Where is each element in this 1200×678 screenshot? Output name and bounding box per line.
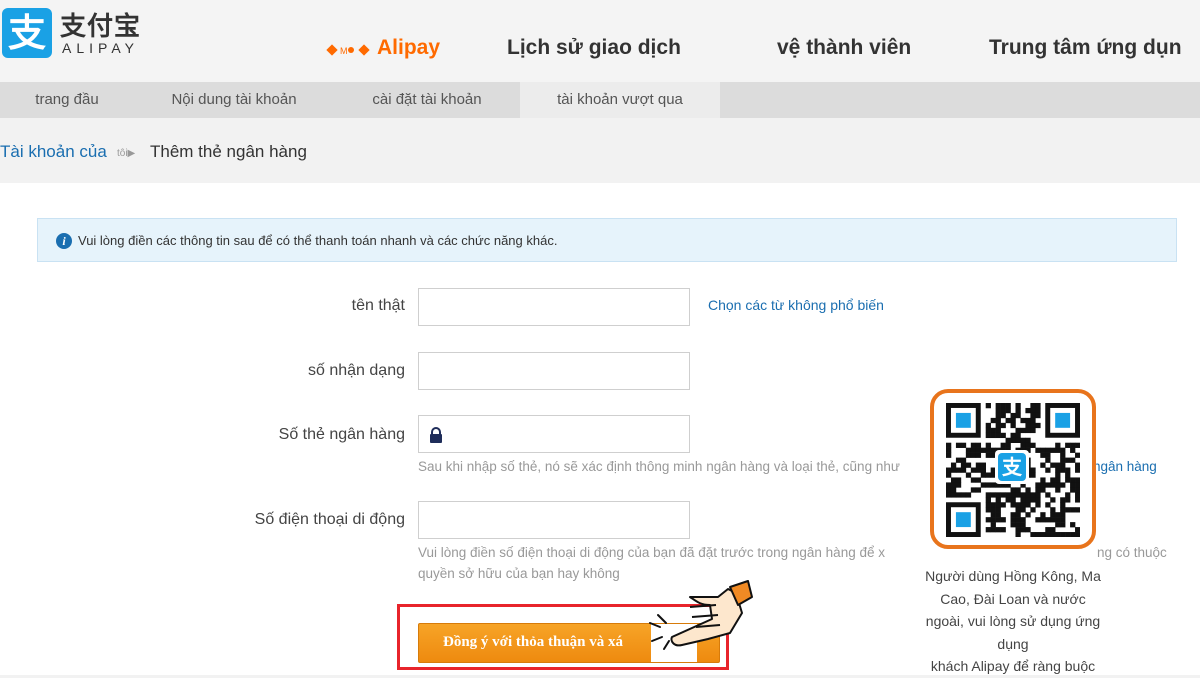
- pointing-hand-icon: [649, 580, 753, 650]
- breadcrumb-separator: tôi▶: [117, 148, 136, 159]
- notice-text: Vui lòng điền các thông tin sau để có th…: [78, 233, 558, 248]
- bank-list-link[interactable]: ngân hàng: [1093, 456, 1157, 477]
- logo-chinese-text: 支付宝: [60, 12, 142, 42]
- subtab-account-content[interactable]: Nội dung tài khoản: [148, 82, 320, 118]
- alipay-qr-logo-icon: 支: [998, 453, 1026, 481]
- info-icon: i: [56, 233, 72, 249]
- bank-card-hint: Sau khi nhập số thẻ, nó sẽ xác định thôn…: [418, 456, 900, 477]
- logo-english-text: ALIPAY: [62, 40, 139, 56]
- bank-card-input[interactable]: [418, 415, 690, 453]
- phone-hint-line2: quyền sở hữu của bạn hay không: [418, 566, 620, 581]
- uncommon-characters-link[interactable]: Chọn các từ không phổ biến: [708, 297, 884, 313]
- sub-navigation: trang đầu Nội dung tài khoản cài đặt tài…: [0, 82, 1200, 118]
- info-notice: i Vui lòng điền các thông tin sau để có …: [37, 218, 1177, 262]
- svg-text:M: M: [340, 46, 348, 56]
- nav-app-center[interactable]: Trung tâm ứng dụn: [989, 36, 1182, 62]
- nav-membership[interactable]: vệ thành viên: [777, 36, 911, 62]
- page-title: Thêm thẻ ngân hàng: [150, 142, 307, 161]
- top-header: 支 支付宝 ALIPAY M Alipay Lịch sử giao dịch …: [0, 0, 1200, 82]
- real-name-label: tên thật: [351, 297, 405, 314]
- id-number-label: số nhận dạng: [308, 362, 405, 379]
- mobile-phone-input[interactable]: [418, 501, 690, 539]
- mobile-phone-label: Số điện thoại di động: [254, 511, 405, 528]
- qr-caption-line: ngoài, vui lòng sử dụng ứng: [925, 613, 1101, 629]
- qr-caption-line: khách Alipay để ràng buộc: [930, 658, 1096, 674]
- nav-transaction-history[interactable]: Lịch sử giao dịch: [507, 36, 681, 62]
- qr-caption: Người dùng Hồng Kông, Ma Cao, Đài Loan v…: [910, 565, 1116, 678]
- alipay-nav-decor-icon: M: [326, 44, 370, 56]
- phone-hint-line1: Vui lòng điền số điện thoại di động của …: [418, 545, 885, 560]
- qr-caption-line: dụng: [997, 635, 1029, 652]
- subtab-account-pass[interactable]: tài khoản vượt qua: [520, 82, 720, 118]
- subtab-home[interactable]: trang đầu: [0, 82, 134, 118]
- alipay-logo-icon: 支: [2, 8, 52, 58]
- real-name-input[interactable]: [418, 288, 690, 326]
- bank-card-label: Số thẻ ngân hàng: [278, 426, 405, 443]
- phone-hint-line1-tail: ng có thuộc: [1097, 545, 1167, 560]
- agree-button-label: Đồng ý với thỏa thuận và xá: [443, 634, 624, 650]
- subtab-account-settings[interactable]: cài đặt tài khoản: [340, 82, 514, 118]
- qr-code-frame: 支: [930, 389, 1096, 549]
- qr-caption-line: Người dùng Hồng Kông, Ma: [925, 568, 1101, 584]
- breadcrumb-my-account[interactable]: Tài khoản của: [0, 142, 107, 162]
- bank-card-hint-text: Sau khi nhập số thẻ, nó sẽ xác định thôn…: [418, 459, 900, 474]
- lock-icon: [430, 427, 442, 443]
- qr-caption-line: Cao, Đài Loan và nước: [940, 590, 1086, 607]
- id-number-input[interactable]: [418, 352, 690, 390]
- qr-center-logo: 支: [995, 450, 1029, 484]
- nav-alipay[interactable]: Alipay: [377, 36, 440, 62]
